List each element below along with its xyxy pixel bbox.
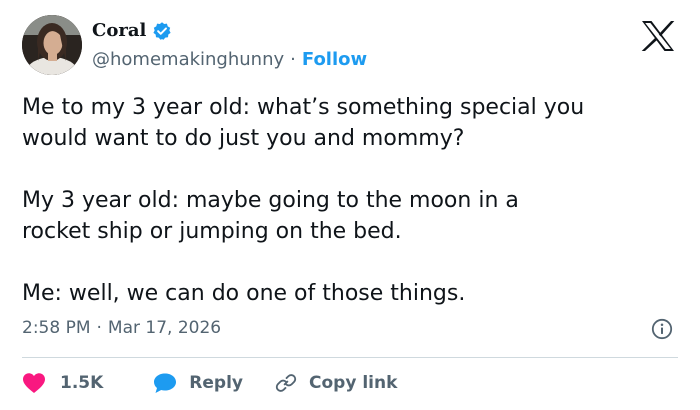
timestamp-separator: ·	[96, 318, 102, 338]
tweet-card: Coral @homemakinghunny · Follow Me to my…	[0, 0, 700, 410]
display-name[interactable]: Coral	[92, 20, 146, 41]
tweet-time[interactable]: 2:58 PM	[22, 318, 91, 338]
x-logo-icon[interactable]	[640, 20, 676, 52]
timestamp-row[interactable]: 2:58 PM · Mar 17, 2026	[22, 318, 221, 338]
info-icon[interactable]	[651, 318, 673, 340]
separator-dot: ·	[290, 49, 296, 70]
follow-button[interactable]: Follow	[302, 49, 367, 70]
avatar[interactable]	[22, 15, 82, 75]
speech-bubble-icon	[153, 372, 177, 394]
divider	[22, 357, 678, 358]
reply-button[interactable]: Reply	[153, 372, 243, 394]
link-icon	[275, 372, 297, 394]
copy-link-label: Copy link	[309, 373, 398, 393]
reply-label: Reply	[189, 373, 243, 393]
author-handle[interactable]: @homemakinghunny	[92, 49, 284, 70]
action-bar: 1.5K Reply Copy link	[22, 368, 397, 398]
author-name-row: Coral	[92, 20, 172, 41]
tweet-text: Me to my 3 year old: what’s something sp…	[22, 95, 585, 306]
heart-icon	[22, 372, 46, 394]
like-button[interactable]: 1.5K	[22, 372, 103, 394]
copy-link-button[interactable]: Copy link	[275, 372, 397, 394]
handle-row: @homemakinghunny · Follow	[92, 49, 367, 70]
verified-badge-icon	[152, 21, 172, 41]
like-count: 1.5K	[60, 373, 104, 393]
tweet-date[interactable]: Mar 17, 2026	[108, 318, 221, 338]
